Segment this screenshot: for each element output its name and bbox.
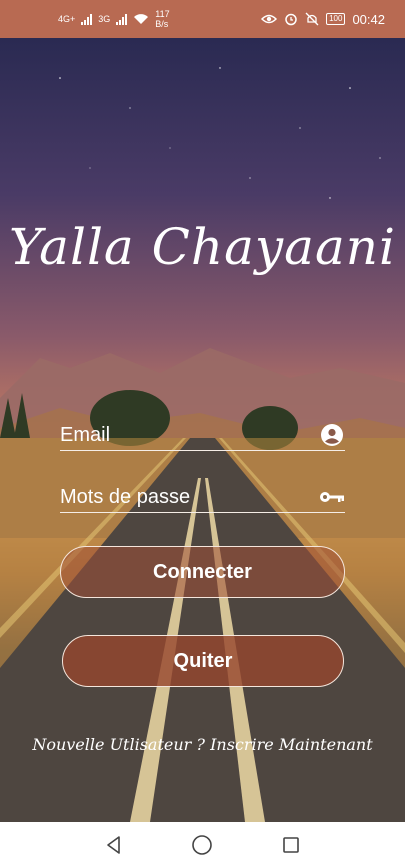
- status-bar: 4G+ 3G 117 B/s 100 00:42: [0, 0, 405, 38]
- network-1-label: 4G+: [58, 14, 76, 24]
- password-field[interactable]: Mots de passe: [60, 482, 345, 513]
- background-scene: Yalla Chayaani Email Mots de passe Conne…: [0, 38, 405, 822]
- night-sky: [59, 67, 381, 199]
- navigation-bar: [0, 822, 405, 867]
- password-placeholder: Mots de passe: [60, 485, 191, 508]
- net-speed: 117 B/s: [155, 9, 169, 29]
- email-field[interactable]: Email: [60, 420, 345, 451]
- clock: 00:42: [352, 11, 385, 27]
- eye-icon: [261, 14, 278, 24]
- signal-strength-1-icon: [81, 13, 93, 25]
- battery-icon: 100: [326, 13, 346, 25]
- app-title: Yalla Chayaani: [9, 218, 396, 276]
- status-left: 4G+ 3G 117 B/s: [58, 9, 170, 29]
- mute-bell-icon: [305, 12, 319, 26]
- back-triangle-icon[interactable]: [104, 835, 124, 855]
- net-speed-unit: B/s: [155, 19, 169, 29]
- signup-link[interactable]: Nouvelle Utlisateur ? Inscrire Maintenan…: [0, 735, 405, 754]
- alarm-icon: [285, 13, 297, 26]
- connect-button[interactable]: Connecter: [60, 546, 345, 598]
- email-placeholder: Email: [60, 423, 111, 446]
- net-speed-value: 117: [155, 9, 170, 19]
- account-circle-icon: [319, 422, 345, 448]
- quit-button[interactable]: Quiter: [62, 635, 344, 687]
- signal-strength-2-icon: [116, 13, 128, 25]
- wifi-icon: [134, 14, 149, 24]
- recents-square-icon[interactable]: [281, 835, 301, 855]
- key-icon: [319, 484, 345, 510]
- status-right: 100 00:42: [261, 12, 385, 27]
- home-circle-icon[interactable]: [191, 834, 213, 856]
- network-2-label: 3G: [98, 14, 111, 24]
